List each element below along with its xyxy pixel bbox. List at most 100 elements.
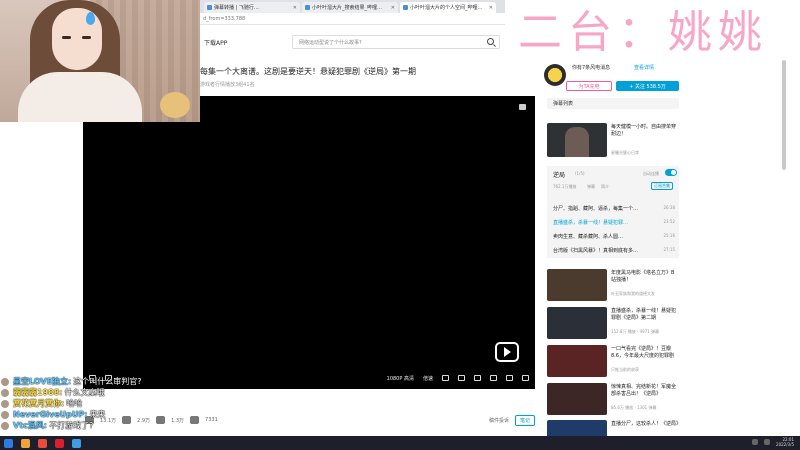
chat-text: 来来 (89, 410, 106, 419)
close-icon[interactable]: ✕ (489, 5, 493, 11)
search-placeholder: 网络运动型说了个什么故事? (299, 39, 362, 46)
app-icon[interactable] (38, 438, 47, 448)
recommended-item[interactable]: 惊悚真相、完结新花！军魔全部杀害吕出！《逆局》 85.6万 播放 · 1301 … (547, 383, 679, 417)
chat-text: 哈哈 (66, 399, 83, 408)
avatar (0, 409, 10, 420)
quality-selector[interactable]: 1080P 高清 (387, 375, 414, 382)
app-icon[interactable] (72, 438, 81, 448)
avatar (0, 398, 10, 409)
speed-selector[interactable]: 倍速 (423, 375, 433, 382)
autoplay-toggle[interactable] (665, 169, 677, 176)
close-icon[interactable]: ✕ (293, 5, 297, 11)
address-bar[interactable]: d_from=333.788 (200, 13, 505, 25)
chat-message: 星空LOVE独立: 这个叫什么审判官? (0, 376, 200, 387)
playlist-item-duration: 25:16 (663, 233, 675, 238)
favicon-icon (403, 5, 408, 10)
page-header: 下载APP 网络运动型说了个什么故事? (200, 26, 505, 58)
fullscreen-icon[interactable] (522, 375, 529, 381)
pip-icon[interactable] (474, 375, 481, 381)
right-sidebar: 你有7条风电消息 查看详情 为TA充电 + 关注 538.5万 弹幕列表 每天健… (540, 56, 685, 436)
volume-icon[interactable] (442, 375, 449, 381)
playlist-item-duration: 23:52 (663, 219, 675, 224)
widescreen-icon[interactable] (490, 375, 497, 381)
sweat-drop-icon (86, 12, 95, 25)
video-player[interactable]: 1080P 高清 倍速 (83, 96, 535, 389)
playlist-title: 逆局 (553, 172, 566, 179)
system-tray: 22:01 2022/3/5 (752, 437, 794, 447)
video-thumbnail (547, 269, 607, 301)
recommended-item[interactable]: 每天健模一小时。自由搜单穿耐边！ 星瞳光健心日常 (547, 123, 679, 157)
chat-text: 这个叫什么审判官? (73, 377, 142, 386)
download-app-link[interactable]: 下载APP (204, 38, 227, 47)
start-icon[interactable] (4, 438, 13, 448)
chat-username: 赏花赏月赏你: (13, 399, 65, 408)
follow-button[interactable]: + 关注 538.5万 (616, 81, 679, 91)
playlist-panel: 逆局 (1/5) 自动连播 762.1万播放 弹幕 简介 订阅合集 分尸、指蹈、… (547, 166, 679, 258)
playlist-item-duration: 26:38 (663, 205, 675, 210)
avatar (0, 376, 10, 387)
playlist-item[interactable]: 卖肉生意、藏杀藏阿、杀人圆… 25:16 (553, 233, 675, 240)
browser-tab[interactable]: 小叶叶溜大片_搜索结果_哔哩… ✕ (302, 2, 398, 13)
video-thumbnail (547, 383, 607, 415)
app-icon[interactable] (21, 438, 30, 448)
subscribe-playlist-button[interactable]: 订阅合集 (651, 182, 673, 190)
playlist-count: (1/5) (575, 171, 585, 176)
recommended-item[interactable]: 直播分尸，这较杀人！《逆局》 (547, 420, 679, 436)
playlist-item-duration: 27:15 (663, 247, 675, 252)
os-taskbar: 22:01 2022/3/5 (0, 436, 800, 450)
playlist-item[interactable]: 分尸、指蹈、藏阿、逼杀，每集一个… 26:38 (553, 205, 675, 212)
share-count: 7331 (205, 417, 218, 423)
search-icon[interactable] (487, 38, 494, 45)
chat-text: 不打游戏了? (48, 421, 94, 430)
recommended-item[interactable]: 年度黑马电影《塔名立万》B站独播！ 叶丑家族和我的道德大发 (547, 269, 679, 303)
view-detail-link[interactable]: 查看详情 (634, 64, 654, 71)
playlist-item-title: 卖肉生意、藏杀藏阿、杀人圆… (553, 234, 624, 240)
system-clock[interactable]: 22:01 2022/3/5 (776, 437, 794, 447)
chat-message: 赏花赏月赏你: 哈哈 (0, 398, 200, 409)
browser-tab-active[interactable]: 小叶叶溜大片的个人空间_哔哩… ✕ (400, 2, 496, 13)
browser-tab[interactable]: 弹幕转播 | 飞驰行… ✕ (204, 2, 300, 13)
search-input[interactable]: 网络运动型说了个什么故事? (292, 35, 500, 49)
settings-icon[interactable] (458, 375, 465, 381)
browser-tab-label: 弹幕转播 | 飞驰行… (214, 5, 259, 11)
rec-title: 年度黑马电影《塔名立万》B站独播！ (611, 270, 675, 283)
playlist-item-active[interactable]: 直播盛杀，杀暴一线！悬疑犯罪… 23:52 (553, 219, 675, 226)
close-icon[interactable]: ✕ (391, 5, 395, 11)
up-message[interactable]: 你有7条风电消息 (572, 64, 624, 71)
video-thumbnail (547, 123, 607, 157)
playlist-item[interactable]: 台湾版《扫黑风暴》！真相到底有多… 27:15 (553, 247, 675, 254)
playlist-item-title: 台湾版《扫黑风暴》！真相到底有多… (553, 248, 639, 254)
danmaku-list-toggle[interactable]: 弹幕列表 (547, 98, 679, 109)
streamer-webcam (0, 0, 200, 122)
mini-window-icon[interactable] (519, 104, 526, 110)
rec-title: 一口气看完《逆局》！豆瓣8.6，今年最大尺度的犯罪剧 (611, 346, 674, 359)
video-meta: 游戏者行情播放3组41名 (200, 82, 255, 88)
avatar[interactable] (544, 64, 566, 86)
screen: 弹幕转播 | 飞驰行… ✕ 小叶叶溜大片_搜索结果_哔哩… ✕ 小叶叶溜大片的个… (0, 0, 800, 450)
chat-message: NeverGiveUpUP: 来来 (0, 409, 200, 420)
playlist-item-title: 直播盛杀，杀暴一线！悬疑犯罪… (553, 220, 629, 226)
volume-icon[interactable] (764, 439, 771, 445)
favicon-icon (305, 5, 310, 10)
chat-username: Vtc混风: (13, 421, 47, 430)
chat-username: 星空LOVE独立: (13, 377, 72, 386)
recommended-item[interactable]: 一口气看完《逆局》！豆瓣8.6，今年最大尺度的犯罪剧 只推当前的收获 (547, 345, 679, 379)
rec-meta: 85.6万 播放 · 1301 弹幕 (611, 405, 657, 410)
rec-title: 直播盛杀，杀暴一线！悬疑犯罪剧《逆局》第二期 (611, 308, 677, 321)
video-title: 每集一个大离谱。这剧是要逆天！悬疑犯罪剧《逆局》第一期 (200, 67, 416, 76)
chat-message: Vtc混风: 不打游戏了? (0, 420, 200, 431)
web-fullscreen-icon[interactable] (506, 375, 513, 381)
avatar (0, 420, 10, 431)
playlist-views: 762.1万播放 (553, 184, 577, 189)
page-scrollbar[interactable] (782, 60, 786, 170)
rec-title: 每天健模一小时。自由搜单穿耐边！ (611, 124, 677, 137)
playlist-intro[interactable]: 简介 (601, 184, 609, 190)
browser-tab-label: 小叶叶溜大片的个人空间_哔哩… (410, 5, 483, 11)
recommended-item[interactable]: 直播盛杀，杀暴一线！悬疑犯罪剧《逆局》第二期 152.8万 播放 · 4971 … (547, 307, 679, 341)
charge-button[interactable]: 为TA充电 (566, 81, 612, 91)
note-button[interactable]: 笔记 (514, 414, 535, 426)
app-icon[interactable] (55, 438, 64, 448)
report-link[interactable]: 稿件投诉 (489, 417, 509, 424)
network-icon[interactable] (752, 439, 759, 445)
rec-meta: 星瞳光健心日常 (611, 150, 639, 155)
